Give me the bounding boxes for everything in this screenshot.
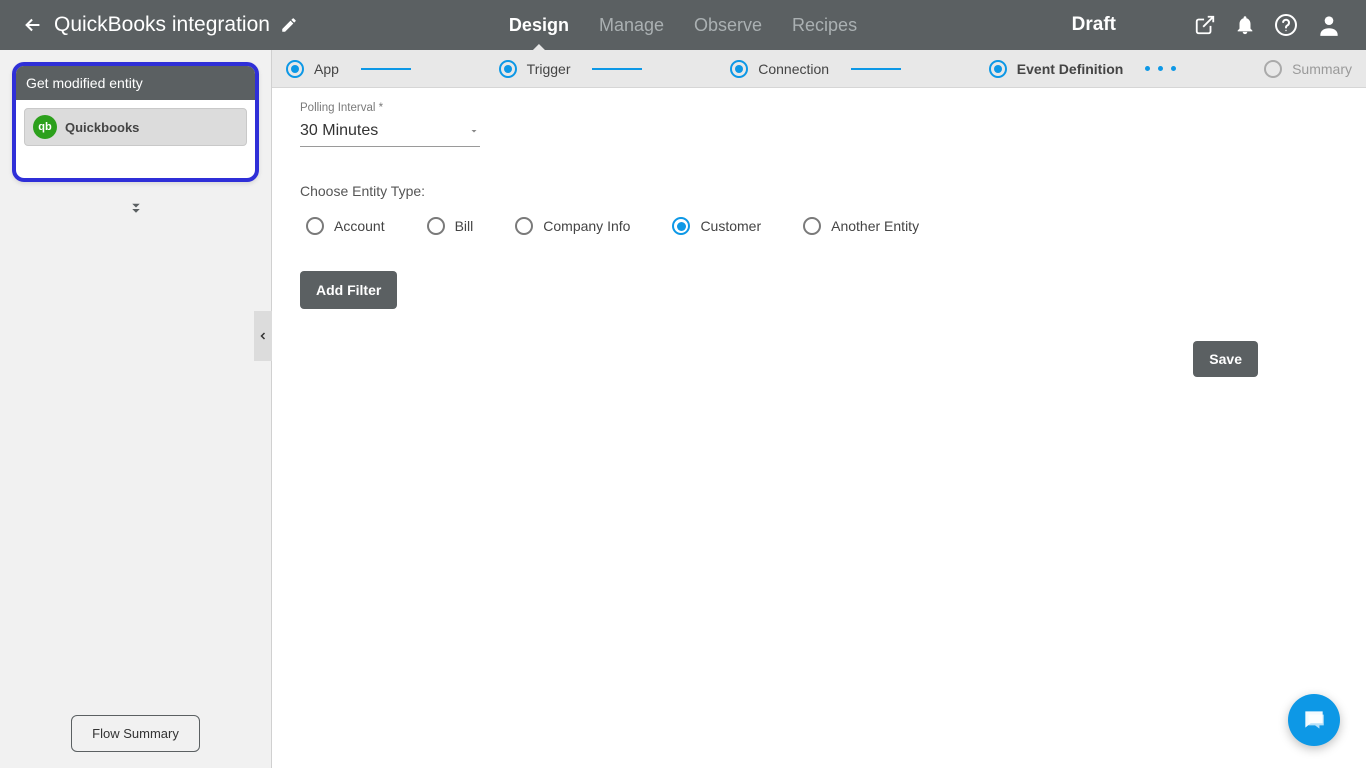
radio-filled-icon — [989, 60, 1007, 78]
step-dots-icon — [1145, 66, 1176, 71]
sidebar-spacer — [12, 223, 259, 701]
radio-another-entity[interactable]: Another Entity — [803, 217, 919, 235]
radio-customer[interactable]: Customer — [672, 217, 761, 235]
step-label: Trigger — [527, 61, 571, 77]
page-title: QuickBooks integration — [54, 13, 270, 37]
radio-filled-icon — [730, 60, 748, 78]
chevron-down-icon — [468, 125, 480, 137]
tab-manage[interactable]: Manage — [599, 0, 664, 50]
top-bar-left: QuickBooks integration — [0, 13, 298, 37]
entity-type-label: Choose Entity Type: — [300, 183, 1338, 199]
top-bar-right: Draft — [1072, 12, 1366, 38]
radio-empty-icon — [515, 217, 533, 235]
step-label: App — [314, 61, 339, 77]
stepper: App Trigger Connection Event Definition — [272, 50, 1366, 88]
tab-observe[interactable]: Observe — [694, 0, 762, 50]
sidebar: Get modified entity qb Quickbooks Flow S… — [0, 50, 272, 768]
step-event-definition[interactable]: Event Definition — [989, 60, 1124, 78]
help-icon[interactable] — [1274, 13, 1298, 37]
radio-company-info[interactable]: Company Info — [515, 217, 630, 235]
polling-interval-select[interactable]: 30 Minutes — [300, 118, 480, 147]
radio-empty-icon — [306, 217, 324, 235]
bell-icon[interactable] — [1234, 14, 1256, 36]
step-label: Event Definition — [1017, 61, 1124, 77]
body-area: Get modified entity qb Quickbooks Flow S… — [0, 50, 1366, 768]
back-arrow-icon[interactable] — [22, 14, 44, 36]
main-content: App Trigger Connection Event Definition — [272, 50, 1366, 768]
save-row: Save — [300, 341, 1338, 377]
step-app[interactable]: App — [286, 60, 339, 78]
entity-type-radios: Account Bill Company Info Customer Anoth… — [306, 217, 1338, 235]
step-item-label: Quickbooks — [65, 120, 139, 135]
step-summary: Summary — [1264, 60, 1352, 78]
step-card-title: Get modified entity — [16, 66, 255, 100]
radio-filled-icon — [286, 60, 304, 78]
step-label: Connection — [758, 61, 829, 77]
top-tabs: Design Manage Observe Recipes — [509, 0, 857, 50]
top-bar: QuickBooks integration Design Manage Obs… — [0, 0, 1366, 50]
flow-summary-button[interactable]: Flow Summary — [71, 715, 200, 752]
save-button[interactable]: Save — [1193, 341, 1258, 377]
radio-empty-icon — [427, 217, 445, 235]
step-card[interactable]: Get modified entity qb Quickbooks — [12, 62, 259, 182]
sidebar-scroll[interactable]: Get modified entity qb Quickbooks — [0, 50, 271, 701]
radio-label: Account — [334, 218, 385, 234]
user-icon[interactable] — [1316, 12, 1342, 38]
edit-icon[interactable] — [280, 16, 298, 34]
chat-fab-button[interactable] — [1288, 694, 1340, 746]
radio-checked-icon — [672, 217, 690, 235]
collapse-sidebar-button[interactable] — [254, 311, 272, 361]
radio-empty-icon — [803, 217, 821, 235]
add-filter-button[interactable]: Add Filter — [300, 271, 397, 309]
step-item-quickbooks[interactable]: qb Quickbooks — [24, 108, 247, 146]
open-external-icon[interactable] — [1194, 14, 1216, 36]
step-separator — [361, 68, 411, 70]
quickbooks-icon: qb — [33, 115, 57, 139]
polling-interval-label: Polling Interval * — [300, 102, 1338, 114]
step-card-body: qb Quickbooks — [16, 100, 255, 162]
step-label: Summary — [1292, 61, 1352, 77]
form-area: Polling Interval * 30 Minutes Choose Ent… — [272, 88, 1366, 768]
radio-label: Customer — [700, 218, 761, 234]
expand-down-icon[interactable] — [12, 200, 259, 223]
radio-empty-icon — [1264, 60, 1282, 78]
radio-label: Another Entity — [831, 218, 919, 234]
step-separator — [851, 68, 901, 70]
polling-interval-value: 30 Minutes — [300, 122, 378, 140]
step-separator — [592, 68, 642, 70]
tab-recipes[interactable]: Recipes — [792, 0, 857, 50]
chat-icon — [1301, 707, 1327, 733]
step-trigger[interactable]: Trigger — [499, 60, 571, 78]
step-connection[interactable]: Connection — [730, 60, 829, 78]
flow-summary-wrap: Flow Summary — [0, 701, 271, 768]
radio-account[interactable]: Account — [306, 217, 385, 235]
radio-bill[interactable]: Bill — [427, 217, 474, 235]
radio-label: Bill — [455, 218, 474, 234]
radio-label: Company Info — [543, 218, 630, 234]
radio-filled-icon — [499, 60, 517, 78]
status-label: Draft — [1072, 14, 1116, 36]
tab-design[interactable]: Design — [509, 0, 569, 50]
